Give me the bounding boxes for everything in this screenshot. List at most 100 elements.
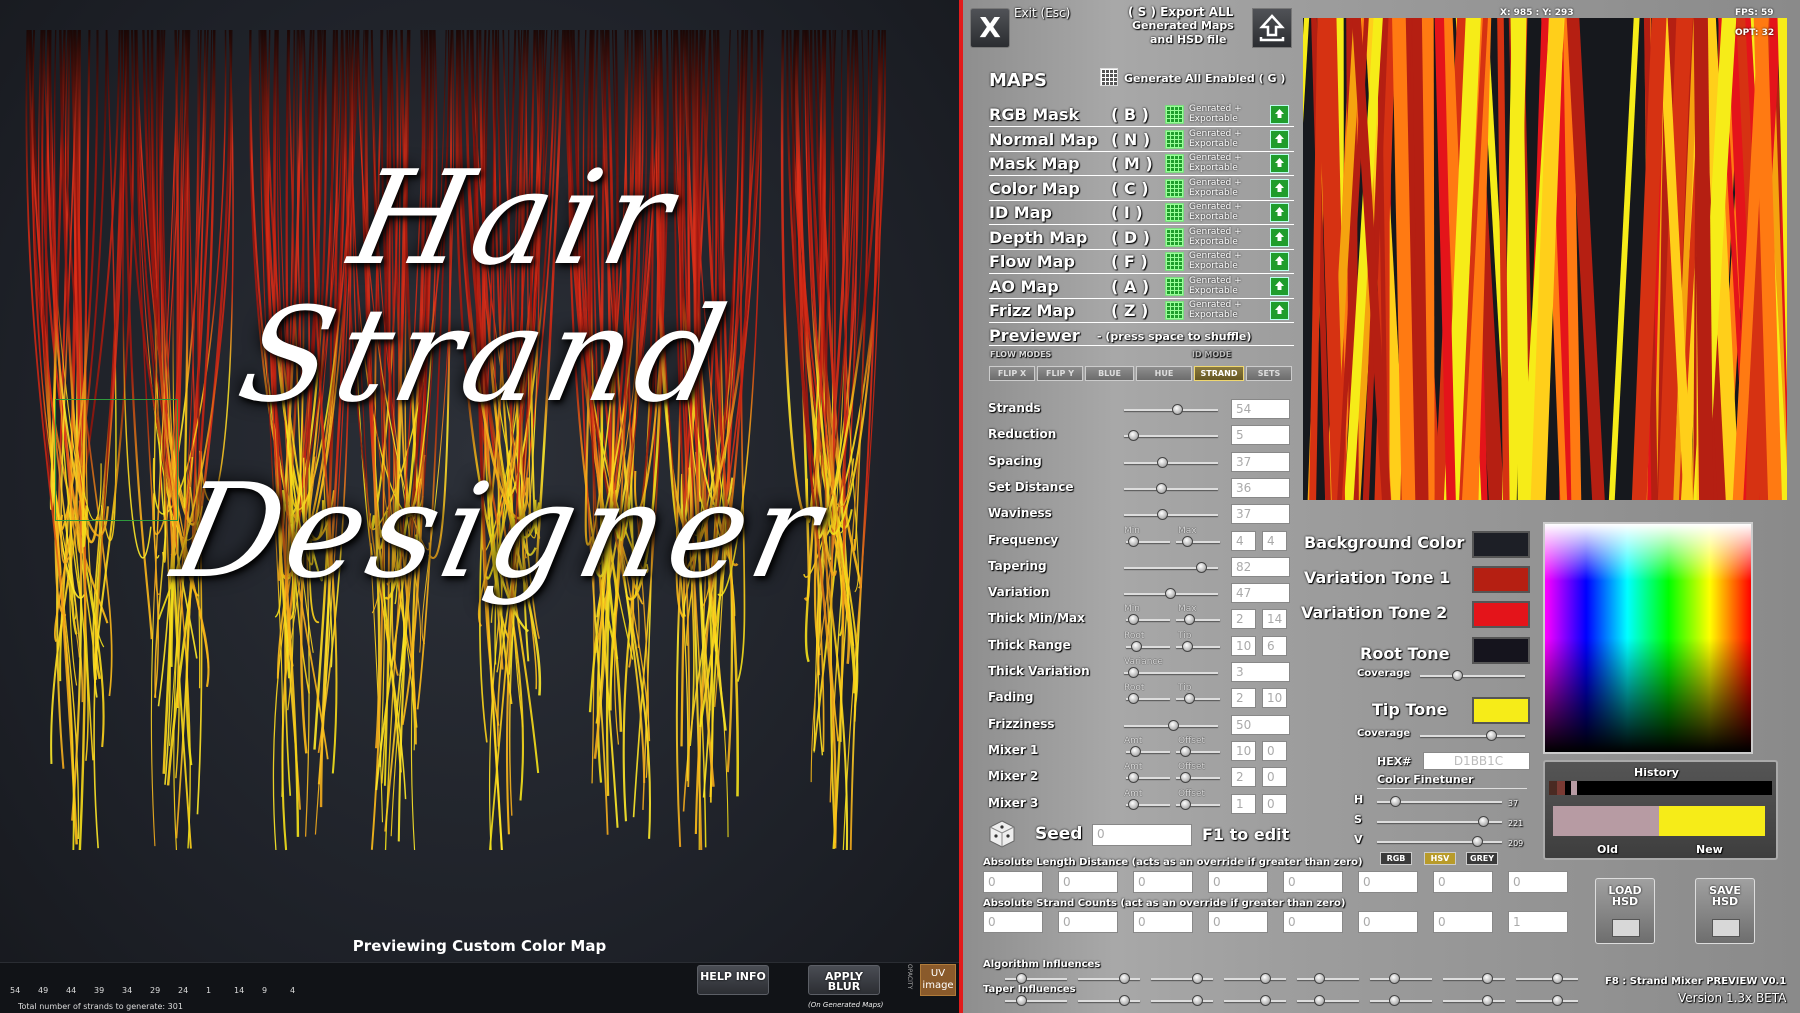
slider-track[interactable] bbox=[1176, 619, 1220, 622]
slider-value-input-2[interactable]: 10 bbox=[1262, 688, 1287, 709]
generate-all-icon[interactable] bbox=[1100, 68, 1118, 86]
map-row[interactable]: AO Map ( A ) Genrated + Exportable bbox=[989, 275, 1294, 299]
slider-value-input[interactable]: 37 bbox=[1231, 504, 1290, 525]
map-row[interactable]: Normal Map ( N ) Genrated + Exportable bbox=[989, 128, 1294, 152]
slider-value-input[interactable]: 54 bbox=[1231, 399, 1290, 419]
s-knob[interactable] bbox=[1478, 816, 1489, 827]
influence-knob[interactable] bbox=[1259, 995, 1271, 1006]
uv-image-button[interactable]: UV image bbox=[920, 964, 956, 996]
color-mode-button[interactable]: RGB bbox=[1380, 852, 1412, 865]
slider-value-input[interactable]: 47 bbox=[1231, 583, 1290, 604]
v-track[interactable] bbox=[1377, 841, 1502, 843]
slider-value-input-2[interactable]: 14 bbox=[1262, 609, 1287, 630]
slider-value-input-2[interactable]: 4 bbox=[1262, 530, 1287, 551]
abs-length-input[interactable]: 0 bbox=[1283, 871, 1343, 893]
slider-value-input-2[interactable]: 0 bbox=[1262, 767, 1287, 788]
slider-track[interactable] bbox=[1124, 461, 1218, 464]
export-map-icon[interactable] bbox=[1270, 252, 1289, 271]
influence-knob[interactable] bbox=[1481, 995, 1493, 1006]
influence-knob[interactable] bbox=[1481, 973, 1493, 984]
abs-count-input[interactable]: 0 bbox=[1283, 911, 1343, 933]
slider-value-input[interactable]: 36 bbox=[1231, 477, 1290, 498]
map-row[interactable]: Flow Map ( F ) Genrated + Exportable bbox=[989, 250, 1294, 274]
influence-track[interactable] bbox=[1516, 978, 1578, 980]
save-hsd-button[interactable]: SAVE HSD bbox=[1695, 878, 1755, 944]
abs-length-input[interactable]: 0 bbox=[1433, 871, 1493, 893]
map-row[interactable]: Frizz Map ( Z ) Genrated + Exportable bbox=[989, 299, 1294, 323]
generate-map-icon[interactable] bbox=[1165, 129, 1184, 149]
slider-value-input[interactable]: 3 bbox=[1231, 662, 1290, 682]
slider-value-input[interactable]: 4 bbox=[1231, 530, 1256, 551]
abs-count-input[interactable]: 0 bbox=[1133, 911, 1193, 933]
abs-length-input[interactable]: 0 bbox=[983, 871, 1043, 893]
abs-count-input[interactable]: 0 bbox=[1058, 911, 1118, 933]
slider-value-input[interactable]: 82 bbox=[1231, 556, 1290, 577]
apply-blur-button[interactable]: APPLY BLUR bbox=[808, 965, 880, 995]
background-color-swatch[interactable] bbox=[1472, 531, 1530, 558]
slider-value-input[interactable]: 2 bbox=[1231, 767, 1256, 788]
mode-tab[interactable]: BLUE bbox=[1085, 366, 1134, 381]
history-strip[interactable] bbox=[1549, 781, 1772, 795]
slider-knob[interactable] bbox=[1168, 719, 1179, 731]
map-row[interactable]: RGB Mask ( B ) Genrated + Exportable bbox=[989, 103, 1294, 127]
influence-knob[interactable] bbox=[1313, 973, 1325, 984]
help-info-button[interactable]: HELP INFO bbox=[697, 965, 769, 995]
tip-coverage-knob[interactable] bbox=[1486, 730, 1497, 741]
generate-map-icon[interactable] bbox=[1165, 178, 1184, 198]
abs-length-input[interactable]: 0 bbox=[1208, 871, 1268, 893]
slider-track[interactable] bbox=[1124, 514, 1218, 517]
map-row[interactable]: Depth Map ( D ) Genrated + Exportable bbox=[989, 226, 1294, 250]
influence-track[interactable] bbox=[1297, 978, 1359, 980]
dice-icon[interactable] bbox=[987, 819, 1017, 849]
exit-button[interactable]: X bbox=[970, 8, 1010, 48]
influence-track[interactable] bbox=[1297, 1000, 1359, 1002]
slider-track[interactable] bbox=[1124, 487, 1218, 490]
slider-value-input[interactable]: 2 bbox=[1231, 688, 1256, 709]
export-map-icon[interactable] bbox=[1270, 227, 1289, 247]
influence-knob[interactable] bbox=[1551, 995, 1563, 1006]
slider-value-input[interactable]: 10 bbox=[1231, 635, 1256, 656]
v-knob[interactable] bbox=[1472, 836, 1483, 847]
influence-track[interactable] bbox=[1005, 1000, 1067, 1002]
slider-value-input[interactable]: 1 bbox=[1231, 793, 1256, 814]
generate-map-icon[interactable] bbox=[1165, 154, 1184, 173]
root-tone-swatch[interactable] bbox=[1472, 637, 1530, 664]
influence-knob[interactable] bbox=[1259, 973, 1271, 984]
export-map-icon[interactable] bbox=[1270, 178, 1289, 198]
slider-knob[interactable] bbox=[1196, 561, 1208, 573]
h-knob[interactable] bbox=[1390, 796, 1401, 807]
influence-track[interactable] bbox=[1151, 1000, 1213, 1002]
slider-knob[interactable] bbox=[1156, 509, 1168, 521]
slider-knob[interactable] bbox=[1130, 640, 1142, 652]
seed-input[interactable]: 0 bbox=[1092, 824, 1192, 846]
slider-knob[interactable] bbox=[1180, 745, 1191, 757]
slider-value-input[interactable]: 5 bbox=[1231, 425, 1290, 446]
export-map-icon[interactable] bbox=[1270, 203, 1289, 222]
slider-value-input[interactable]: 37 bbox=[1231, 451, 1290, 472]
generate-map-icon[interactable] bbox=[1165, 301, 1184, 320]
influence-track[interactable] bbox=[1005, 978, 1067, 980]
strand-preview-image[interactable] bbox=[1303, 18, 1787, 500]
mode-tab[interactable]: FLIP Y bbox=[1037, 366, 1083, 381]
abs-count-input[interactable]: 1 bbox=[1508, 911, 1568, 933]
influence-knob[interactable] bbox=[1313, 995, 1325, 1006]
color-picker-spectrum[interactable] bbox=[1543, 522, 1753, 754]
slider-knob[interactable] bbox=[1156, 456, 1168, 468]
variation-tone-1-swatch[interactable] bbox=[1472, 566, 1530, 593]
slider-track[interactable] bbox=[1124, 409, 1218, 411]
generate-map-icon[interactable] bbox=[1165, 227, 1184, 247]
influence-track[interactable] bbox=[1224, 1000, 1286, 1002]
influence-track[interactable] bbox=[1224, 978, 1286, 980]
map-row[interactable]: Color Map ( C ) Genrated + Exportable bbox=[989, 177, 1294, 201]
slider-knob[interactable] bbox=[1182, 535, 1193, 547]
influence-track[interactable] bbox=[1078, 1000, 1140, 1002]
influence-knob[interactable] bbox=[1551, 973, 1563, 984]
slider-value-input-2[interactable]: 6 bbox=[1262, 635, 1287, 656]
map-row[interactable]: Mask Map ( M ) Genrated + Exportable bbox=[989, 152, 1294, 176]
map-row[interactable]: ID Map ( I ) Genrated + Exportable bbox=[989, 201, 1294, 225]
load-hsd-button[interactable]: LOAD HSD bbox=[1595, 878, 1655, 944]
slider-knob[interactable] bbox=[1180, 798, 1191, 810]
root-coverage-track[interactable] bbox=[1420, 675, 1525, 677]
hex-input[interactable]: D1BB1C bbox=[1423, 752, 1530, 770]
tip-tone-swatch[interactable] bbox=[1472, 697, 1530, 724]
